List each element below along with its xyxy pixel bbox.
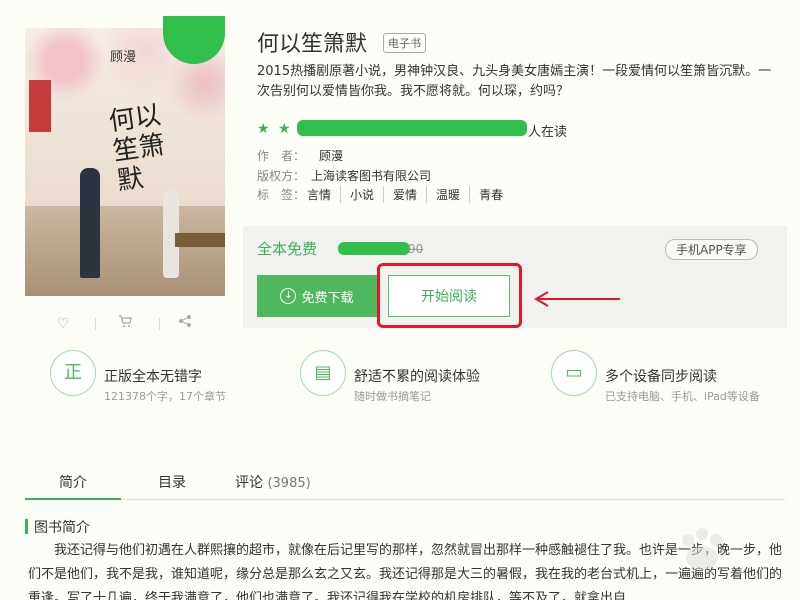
download-icon: ↓ <box>280 288 297 304</box>
heart-icon[interactable]: ♡ <box>53 314 73 334</box>
feature-sub: 121378个字，17个章节 <box>104 390 226 403</box>
author-row: 作 者： 顾漫 <box>257 147 343 164</box>
ebook-badge: 电子书 <box>383 33 426 53</box>
tags-label: 标 签： <box>257 188 306 202</box>
book-cover[interactable]: 顾漫 何以笙箫默 <box>25 28 225 296</box>
tab-comments-label: 评论 <box>235 475 263 491</box>
devices-icon: ▭ <box>551 350 597 396</box>
book-description: 2015热播剧原著小说，男神钟汉良、九头身美女唐嫣主演！一段爱情何以笙箫皆沉默。… <box>257 64 772 99</box>
divider <box>95 318 96 330</box>
cover-actions: ♡ <box>25 314 225 334</box>
author-label: 作 者： <box>257 149 306 163</box>
tag-item[interactable]: 小说 <box>341 186 385 203</box>
divider <box>159 318 160 330</box>
free-label: 全本免费 <box>257 240 318 258</box>
arrow-left-icon <box>534 291 620 307</box>
content-tabs: 简介 目录 评论 (3985) <box>25 468 785 500</box>
feature-sub: 已支持电脑、手机、iPad等设备 <box>605 390 760 403</box>
cover-man-figure <box>80 168 100 278</box>
feature-title: 正版全本无错字 <box>104 369 202 385</box>
tab-intro[interactable]: 简介 <box>25 472 121 500</box>
redaction-blot <box>338 242 410 255</box>
cart-icon[interactable] <box>115 314 135 334</box>
cover-ribbon <box>29 80 51 132</box>
feature-title: 舒适不累的阅读体验 <box>354 369 480 385</box>
watermark-logo <box>682 528 722 570</box>
rights-holder: 上海读客图书有限公司 <box>311 169 432 183</box>
comments-count: (3985) <box>267 476 311 491</box>
share-icon[interactable] <box>175 314 195 334</box>
tag-item[interactable]: 言情 <box>307 186 342 203</box>
cover-author: 顾漫 <box>110 50 137 65</box>
reading-count-suffix: 人在读 <box>528 125 568 140</box>
tag-item[interactable]: 温暖 <box>427 186 471 203</box>
feature-sub: 随时做书摘笔记 <box>354 390 431 403</box>
cover-calligraphy-title: 何以笙箫默 <box>107 100 167 197</box>
redaction-blot <box>297 120 527 136</box>
cover-ground <box>25 206 225 296</box>
cover-bench <box>175 233 225 247</box>
intro-heading: 图书简介 <box>25 517 90 537</box>
rights-label: 版权方： <box>257 169 306 183</box>
rating-stars: ★ ★ <box>257 121 293 137</box>
app-only-badge: 手机APP专享 <box>665 239 758 260</box>
author-link[interactable]: 顾漫 <box>319 149 343 163</box>
document-icon: ▤ <box>300 350 346 396</box>
tab-toc[interactable]: 目录 <box>158 472 186 492</box>
tags-row: 标 签： <box>257 186 305 203</box>
genuine-icon: 正 <box>50 350 96 396</box>
old-price: 90 <box>408 242 424 256</box>
free-download-button[interactable]: ↓ 免费下载 <box>257 275 377 317</box>
feature-strip: 正 正版全本无错字 121378个字，17个章节 ▤ 舒适不累的阅读体验 随时做… <box>0 348 800 408</box>
download-label: 免费下载 <box>301 290 354 306</box>
tag-list: 言情 小说 爱情 温暖 青春 <box>307 186 512 203</box>
book-title: 何以笙箫默 <box>257 32 368 57</box>
highlight-box <box>377 263 522 328</box>
tag-item[interactable]: 爱情 <box>384 186 428 203</box>
tag-item[interactable]: 青春 <box>470 186 512 203</box>
rights-row: 版权方： 上海读客图书有限公司 <box>257 167 431 184</box>
tab-comments[interactable]: 评论 (3985) <box>235 472 311 492</box>
feature-title: 多个设备同步阅读 <box>605 369 717 385</box>
